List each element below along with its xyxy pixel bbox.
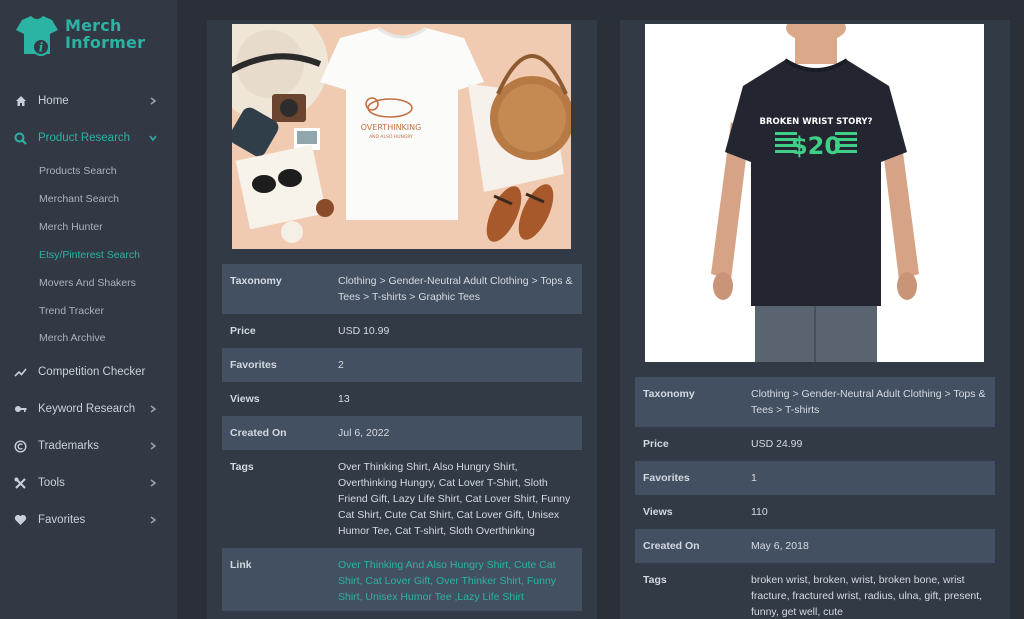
nav-home-label: Home [38, 95, 69, 107]
trending-icon [14, 366, 27, 379]
table-row-tags: Tags Over Thinking Shirt, Also Hungry Sh… [222, 450, 582, 548]
tee-print-line-1: BROKEN WRIST STORY? [760, 117, 873, 127]
field-label-price: Price [643, 438, 669, 450]
product-image[interactable]: BROKEN WRIST STORY? $20 [645, 24, 984, 362]
field-label-views: Views [643, 506, 673, 518]
svg-text:i: i [39, 41, 44, 55]
table-row-views: Views 13 [222, 382, 582, 416]
table-row-taxonomy: Taxonomy Clothing > Gender-Neutral Adult… [222, 264, 582, 314]
nav-keyword-research-label: Keyword Research [38, 403, 136, 415]
table-row-views: Views 110 [635, 495, 995, 529]
brand-name: Merch Informer [65, 17, 145, 51]
home-icon [14, 95, 27, 108]
product-card: OVERTHINKING AND ALSO HUNGRY Taxonomy Cl… [207, 20, 597, 619]
nav-favorites-label: Favorites [38, 514, 86, 526]
nav-home[interactable]: Home [0, 89, 177, 113]
tools-icon [14, 477, 27, 490]
nav-tools[interactable]: Tools [0, 471, 177, 495]
field-label-taxonomy: Taxonomy [230, 275, 282, 287]
sub-products-search[interactable]: Products Search [39, 165, 117, 177]
product-card: BROKEN WRIST STORY? $20 Taxonomy Clothin… [620, 20, 1010, 619]
field-value-taxonomy: Clothing > Gender-Neutral Adult Clothing… [751, 388, 986, 416]
tee-print-line-2: AND ALSO HUNGRY [369, 134, 413, 140]
chevron-right-icon [150, 405, 157, 413]
chevron-down-icon [149, 135, 157, 142]
table-row-price: Price USD 10.99 [222, 314, 582, 348]
tee-print-line-1: OVERTHINKING [361, 123, 422, 132]
field-label-taxonomy: Taxonomy [643, 388, 695, 400]
field-label-tags: Tags [230, 461, 254, 473]
heart-icon [14, 514, 27, 527]
field-value-taxonomy: Clothing > Gender-Neutral Adult Clothing… [338, 275, 573, 303]
chevron-right-icon [150, 516, 157, 524]
product-image-graphic: BROKEN WRIST STORY? $20 [645, 24, 984, 362]
field-label-views: Views [230, 393, 260, 405]
field-value-created-on: Jul 6, 2022 [338, 427, 390, 439]
nav-tools-label: Tools [38, 477, 65, 489]
nav-trademarks-label: Trademarks [38, 440, 99, 452]
nav-product-research[interactable]: Product Research [0, 126, 177, 150]
nav-favorites[interactable]: Favorites [0, 508, 177, 532]
nav-keyword-research[interactable]: Keyword Research [0, 397, 177, 421]
field-label-price: Price [230, 325, 256, 337]
sub-merchant-search[interactable]: Merchant Search [39, 193, 119, 205]
field-value-favorites: 1 [751, 472, 757, 484]
table-row-taxonomy: Taxonomy Clothing > Gender-Neutral Adult… [635, 377, 995, 427]
chevron-right-icon [150, 479, 157, 487]
table-row-created-on: Created On Jul 6, 2022 [222, 416, 582, 450]
field-value-views: 13 [338, 393, 350, 405]
field-label-tags: Tags [643, 574, 667, 586]
logo-shirt-icon: i [16, 16, 58, 56]
logo[interactable]: i Merch Informer [14, 14, 164, 60]
nav-product-research-label: Product Research [38, 132, 131, 144]
sub-merch-archive[interactable]: Merch Archive [39, 332, 106, 344]
table-row-tags: Tags broken wrist, broken, wrist, broken… [635, 563, 995, 619]
sub-trend-tracker[interactable]: Trend Tracker [39, 305, 104, 317]
product-image[interactable]: OVERTHINKING AND ALSO HUNGRY [232, 24, 571, 249]
table-row-price: Price USD 24.99 [635, 427, 995, 461]
brand-line-1: Merch [65, 16, 122, 35]
search-icon [14, 132, 27, 145]
field-value-tags: broken wrist, broken, wrist, broken bone… [751, 574, 983, 618]
product-link[interactable]: Over Thinking And Also Hungry Shirt, Cut… [338, 557, 574, 605]
field-label-favorites: Favorites [230, 359, 277, 371]
sub-movers-and-shakers[interactable]: Movers And Shakers [39, 277, 136, 289]
sidebar: i Merch Informer Home Product Research P… [0, 0, 177, 619]
field-value-created-on: May 6, 2018 [751, 540, 809, 552]
field-label-created-on: Created On [230, 427, 287, 439]
table-row-link: Link Over Thinking And Also Hungry Shirt… [222, 548, 582, 611]
sub-etsy-pinterest-search[interactable]: Etsy/Pinterest Search [39, 249, 140, 261]
field-label-link: Link [230, 559, 252, 571]
tee-print-line-2: $20 [791, 132, 841, 160]
table-row-favorites: Favorites 1 [635, 461, 995, 495]
field-value-favorites: 2 [338, 359, 344, 371]
brand-line-2: Informer [65, 33, 146, 52]
key-icon [14, 403, 27, 416]
chevron-right-icon [150, 97, 157, 105]
table-row-created-on: Created On May 6, 2018 [635, 529, 995, 563]
field-value-price: USD 10.99 [338, 325, 390, 337]
sub-merch-hunter[interactable]: Merch Hunter [39, 221, 103, 233]
nav-trademarks[interactable]: Trademarks [0, 434, 177, 458]
table-row-favorites: Favorites 2 [222, 348, 582, 382]
copyright-icon [14, 439, 27, 453]
nav-competition-checker-label: Competition Checker [38, 366, 146, 378]
chevron-right-icon [150, 442, 157, 450]
product-image-graphic: OVERTHINKING AND ALSO HUNGRY [232, 24, 571, 249]
field-value-tags: Over Thinking Shirt, Also Hungry Shirt, … [338, 461, 571, 537]
field-label-favorites: Favorites [643, 472, 690, 484]
nav-competition-checker[interactable]: Competition Checker [0, 360, 177, 384]
field-label-created-on: Created On [643, 540, 700, 552]
field-value-views: 110 [751, 506, 768, 518]
field-value-price: USD 24.99 [751, 438, 803, 450]
